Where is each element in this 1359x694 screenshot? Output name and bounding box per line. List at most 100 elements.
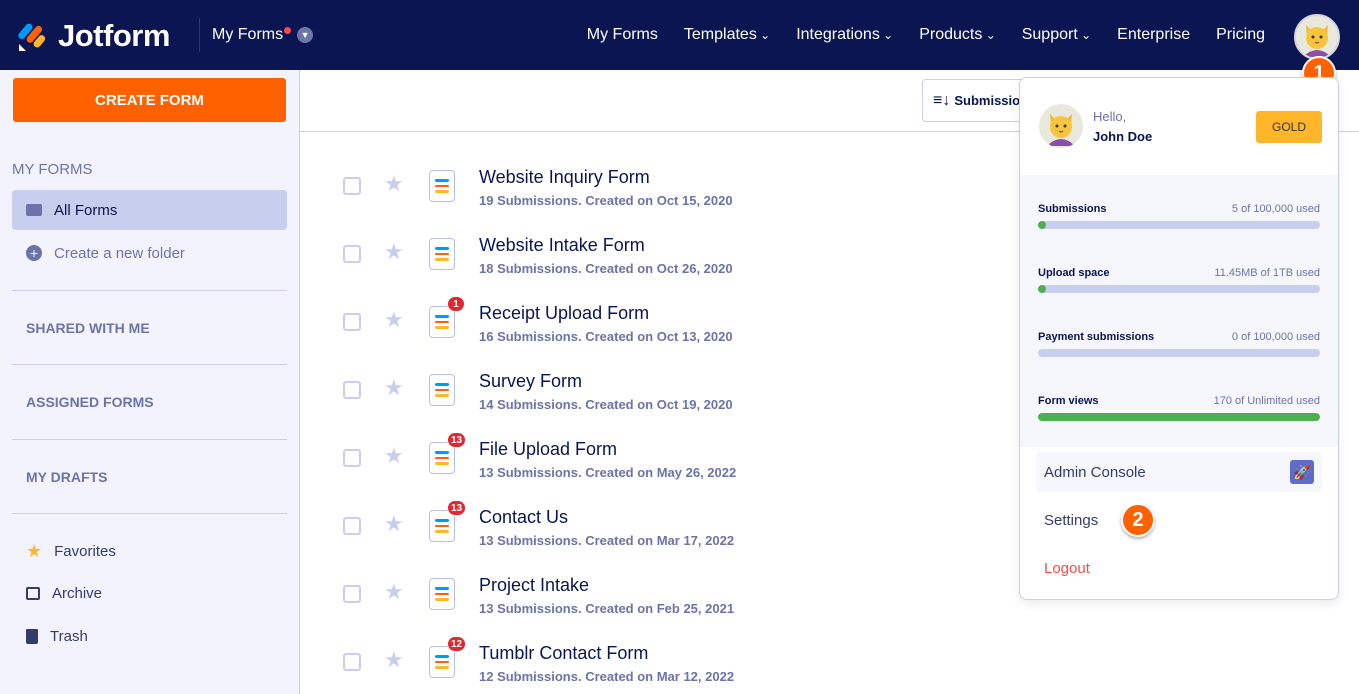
cat-avatar-icon: [1047, 114, 1075, 146]
nav-item-enterprise[interactable]: Enterprise: [1117, 26, 1190, 44]
select-checkbox[interactable]: [343, 245, 361, 263]
sidebar-item-archive[interactable]: Archive: [12, 573, 287, 613]
trash-icon: [26, 628, 38, 644]
form-meta: 18 Submissions. Created on Oct 26, 2020: [479, 261, 733, 276]
new-submissions-badge: 13: [447, 500, 467, 516]
select-checkbox[interactable]: [343, 381, 361, 399]
form-title[interactable]: Tumblr Contact Form: [479, 643, 648, 664]
chevron-down-icon: ▼: [297, 27, 314, 43]
form-title[interactable]: Website Inquiry Form: [479, 167, 650, 188]
form-title[interactable]: Survey Form: [479, 371, 582, 392]
create-folder-button[interactable]: + Create a new folder: [12, 233, 287, 273]
nav-item-support[interactable]: Support: [1022, 26, 1091, 44]
usage-value: 5 of 100,000 used: [1231, 203, 1320, 215]
star-icon[interactable]: ★: [384, 239, 404, 265]
user-avatar[interactable]: [1294, 14, 1340, 60]
jotform-logo[interactable]: Jotform: [18, 18, 170, 54]
nav-item-templates[interactable]: Templates: [684, 26, 770, 44]
star-icon[interactable]: ★: [384, 171, 404, 197]
usage-label: Submissions: [1038, 203, 1107, 215]
account-dropdown: Hello, John Doe GOLD Submissions 5 of 100…: [1019, 77, 1339, 600]
usage-bar: [1038, 285, 1320, 293]
nav-item-products[interactable]: Products: [919, 26, 996, 44]
form-list-item[interactable]: ★ 13 File Upload Form 13 Submissions. Creat…: [340, 429, 1000, 489]
plan-badge[interactable]: GOLD: [1256, 111, 1322, 143]
form-list-item[interactable]: ★ Website Intake Form 18 Submissions. Crea…: [340, 225, 1000, 285]
sidebar-item-trash[interactable]: Trash: [12, 616, 287, 656]
folder-icon: [26, 204, 42, 216]
form-meta: 12 Submissions. Created on Mar 12, 2022: [479, 669, 735, 684]
select-checkbox[interactable]: [343, 517, 361, 535]
create-form-button[interactable]: CREATE FORM: [13, 78, 286, 122]
usage-bar: [1038, 221, 1320, 229]
main-nav: My Forms Templates Integrations Products Sup…: [587, 26, 1265, 44]
admin-console-item[interactable]: Admin Console 🚀: [1036, 452, 1322, 492]
sidebar-item-favorites[interactable]: ★ Favorites: [12, 531, 287, 571]
star-icon[interactable]: ★: [384, 307, 404, 333]
form-title[interactable]: Receipt Upload Form: [479, 303, 649, 324]
form-list-item[interactable]: ★ Website Inquiry Form 19 Submissions. Cre…: [340, 157, 1000, 217]
star-icon[interactable]: ★: [384, 511, 404, 537]
usage-label: Upload space: [1038, 267, 1110, 279]
usage-bar: [1038, 349, 1320, 357]
form-title[interactable]: Website Intake Form: [479, 235, 645, 256]
top-header: Jotform My Forms ▼ My Forms Templates Inte…: [0, 0, 1359, 70]
sidebar: CREATE FORM MY FORMS All Forms + Create …: [0, 70, 300, 694]
settings-item[interactable]: Settings: [1036, 500, 1322, 540]
select-checkbox[interactable]: [343, 449, 361, 467]
user-name: John Doe: [1093, 129, 1153, 144]
nav-item-my-forms[interactable]: My Forms: [587, 26, 658, 44]
nav-item-integrations[interactable]: Integrations: [796, 26, 893, 44]
form-icon: [429, 238, 455, 270]
sidebar-item-all-forms[interactable]: All Forms: [12, 190, 287, 230]
select-checkbox[interactable]: [343, 313, 361, 331]
star-icon[interactable]: ★: [384, 375, 404, 401]
form-list-item[interactable]: ★ Project Intake 13 Submissions. Created o…: [340, 565, 1000, 625]
new-submissions-badge: 13: [447, 432, 467, 448]
form-title[interactable]: Contact Us: [479, 507, 568, 528]
step-2-marker: 2: [1121, 503, 1155, 537]
form-meta: 13 Submissions. Created on Feb 25, 2021: [479, 601, 735, 616]
cat-avatar-icon: [1303, 25, 1331, 57]
select-checkbox[interactable]: [343, 653, 361, 671]
form-title[interactable]: File Upload Form: [479, 439, 617, 460]
nav-item-pricing[interactable]: Pricing: [1216, 26, 1265, 44]
select-checkbox[interactable]: [343, 177, 361, 195]
star-icon[interactable]: ★: [384, 579, 404, 605]
select-checkbox[interactable]: [343, 585, 361, 603]
form-list-item[interactable]: ★ Survey Form 14 Submissions. Created on O…: [340, 361, 1000, 421]
form-list-item[interactable]: ★ 13 Contact Us 13 Submissions. Created on …: [340, 497, 1000, 557]
sidebar-item-shared[interactable]: SHARED WITH ME: [26, 320, 150, 336]
sidebar-item-drafts[interactable]: MY DRAFTS: [26, 469, 107, 485]
form-meta: 16 Submissions. Created on Oct 13, 2020: [479, 329, 733, 344]
usage-item: Upload space 11.45MB of 1TB used: [1038, 267, 1320, 331]
divider: [12, 513, 287, 514]
logout-item[interactable]: Logout: [1036, 548, 1322, 588]
form-list-item[interactable]: ★ 12 Tumblr Contact Form 12 Submissions. Cr…: [340, 633, 1000, 693]
form-title[interactable]: Project Intake: [479, 575, 589, 596]
sort-icon: ≡↓: [933, 91, 951, 109]
usage-bar: [1038, 413, 1320, 421]
usage-item: Submissions 5 of 100,000 used: [1038, 203, 1320, 267]
my-forms-dropdown[interactable]: My Forms ▼: [212, 26, 314, 44]
new-submissions-badge: 1: [447, 296, 465, 312]
form-meta: 13 Submissions. Created on May 26, 2022: [479, 465, 737, 480]
divider: [12, 439, 287, 440]
plus-circle-icon: +: [26, 245, 42, 261]
my-forms-heading: MY FORMS: [12, 161, 93, 178]
form-meta: 13 Submissions. Created on Mar 17, 2022: [479, 533, 735, 548]
usage-label: Form views: [1038, 395, 1099, 407]
usage-section: Submissions 5 of 100,000 used Upload space…: [1020, 175, 1338, 447]
usage-item: Payment submissions 0 of 100,000 used: [1038, 331, 1320, 395]
sidebar-item-assigned[interactable]: ASSIGNED FORMS: [26, 394, 154, 410]
user-avatar: [1039, 104, 1083, 148]
star-icon[interactable]: ★: [384, 647, 404, 673]
form-meta: 19 Submissions. Created on Oct 15, 2020: [479, 193, 733, 208]
rocket-icon: 🚀: [1290, 460, 1314, 484]
star-icon: ★: [26, 540, 43, 561]
form-icon: [429, 170, 455, 202]
star-icon[interactable]: ★: [384, 443, 404, 469]
form-icon: [429, 578, 455, 610]
form-list-item[interactable]: ★ 1 Receipt Upload Form 16 Submissions. Cre…: [340, 293, 1000, 353]
usage-bar-fill: [1038, 285, 1047, 293]
